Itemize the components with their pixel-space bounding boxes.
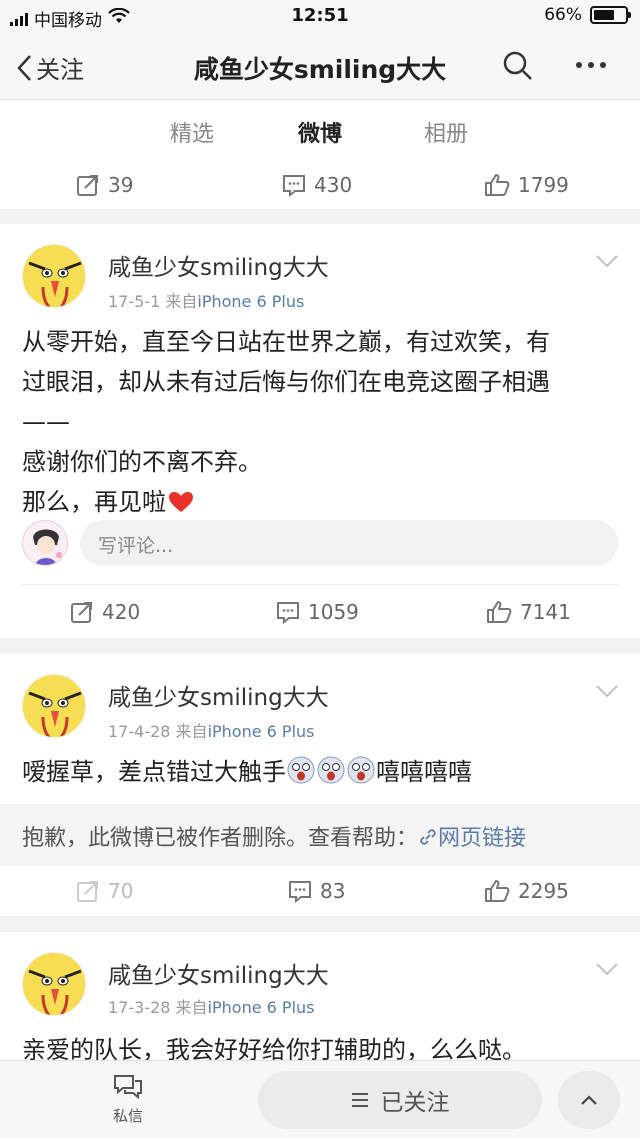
source-prefix: 来自 (165, 292, 198, 311)
comment-count: 1059 (308, 600, 359, 624)
post-date: 17-3-28 (108, 998, 171, 1017)
scared-emoji-icon (317, 756, 345, 784)
scared-emoji-icon (347, 756, 375, 784)
like-button[interactable]: 7141 (486, 600, 571, 624)
repost-button[interactable]: 70 (76, 879, 133, 903)
username[interactable]: 咸鱼少女smiling大大 (108, 248, 329, 282)
post-date: 17-4-28 (108, 722, 171, 741)
post-actions: 420 1059 7141 (0, 586, 640, 638)
chevron-down-icon[interactable] (596, 684, 618, 698)
more-button[interactable] (576, 62, 606, 68)
page-title: 咸鱼少女smiling大大 (193, 55, 447, 84)
chevron-down-icon[interactable] (596, 962, 618, 976)
chat-icon (114, 1075, 142, 1100)
web-link[interactable]: 网页链接 (418, 826, 526, 851)
post-meta: 17-5-1 来自iPhone 6 Plus (108, 288, 304, 312)
scroll-top-button[interactable] (558, 1071, 620, 1129)
post-date: 17-5-1 (108, 292, 161, 311)
comment-icon (289, 881, 311, 903)
chevron-up-icon (581, 1095, 597, 1105)
post-text: 从零开始，直至今日站在世界之巅，有过欢笑，有 过眼泪，却从未有过后悔与你们在电竞… (22, 322, 618, 522)
avatar[interactable] (22, 244, 86, 308)
repost-icon (71, 602, 92, 623)
source-prefix: 来自 (175, 998, 208, 1017)
repost-count: 420 (102, 600, 141, 624)
chevron-down-icon[interactable] (596, 254, 618, 268)
thumbs-up-icon (487, 601, 512, 623)
battery-percent: 66% (544, 5, 582, 25)
repost-icon (77, 881, 98, 902)
repost-icon (77, 174, 98, 196)
comment-row: 写评论... (0, 516, 640, 570)
like-count: 2295 (518, 879, 569, 903)
post-line: 过眼泪，却从未有过后悔与你们在电竞这圈子相遇 (22, 368, 550, 396)
comment-button[interactable]: 430 (282, 173, 352, 197)
username[interactable]: 咸鱼少女smiling大大 (108, 956, 329, 990)
heart-icon (169, 492, 193, 512)
tab-bar: 精选 微博 相册 (0, 100, 640, 164)
like-button[interactable]: 1799 (484, 173, 569, 197)
follow-label: 已关注 (380, 1090, 450, 1116)
comment-button[interactable]: 83 (288, 879, 345, 903)
divider (22, 584, 618, 585)
status-bar: 中国移动 12:51 66% (0, 0, 640, 32)
comment-icon (277, 602, 299, 624)
avatar[interactable] (22, 674, 86, 738)
avatar[interactable] (22, 952, 86, 1016)
battery-icon (590, 6, 631, 24)
comment-count: 83 (320, 879, 346, 903)
like-count: 7141 (520, 600, 571, 624)
scared-emoji-icon (287, 756, 315, 784)
menu-icon (351, 1093, 368, 1107)
tab-featured[interactable]: 精选 (142, 116, 242, 148)
post-actions: 39 430 1799 (0, 160, 640, 210)
comment-icon (283, 174, 305, 197)
post-actions: 70 83 2295 (0, 866, 640, 916)
message-button[interactable]: 私信 (98, 1073, 158, 1126)
repost-button[interactable]: 420 (70, 600, 140, 624)
like-button[interactable]: 2295 (484, 879, 569, 903)
post-text: 嗳握草，差点错过大触手 嘻嘻嘻嘻 (22, 752, 618, 792)
source-link[interactable]: iPhone 6 Plus (208, 722, 315, 741)
repost-count: 70 (108, 879, 134, 903)
post-line: —— (22, 408, 70, 436)
more-icon (576, 62, 582, 68)
message-label: 私信 (112, 1107, 143, 1125)
like-count: 1799 (518, 172, 569, 197)
username[interactable]: 咸鱼少女smiling大大 (108, 678, 329, 712)
source-link[interactable]: iPhone 6 Plus (208, 998, 315, 1017)
repost-button[interactable]: 39 (76, 173, 133, 197)
repost-count: 39 (108, 172, 134, 197)
post-line: 感谢你们的不离不弃。 (22, 448, 262, 476)
tab-album[interactable]: 相册 (396, 116, 496, 148)
follow-status-button[interactable]: 已关注 (258, 1071, 542, 1129)
comment-input[interactable]: 写评论... (80, 520, 618, 566)
search-icon (503, 51, 532, 80)
link-icon (420, 829, 436, 845)
thumbs-up-icon (485, 173, 510, 196)
bottom-bar: 私信 已关注 (0, 1060, 640, 1138)
nav-bar: 关注 咸鱼少女smiling大大 (0, 32, 640, 100)
post-text: 亲爱的队长，我会好好给你打辅助的，么么哒。 (22, 1036, 526, 1060)
post-meta: 17-4-28 来自iPhone 6 Plus (108, 718, 315, 742)
tab-weibo[interactable]: 微博 (270, 116, 370, 164)
deleted-message: 抱歉，此微博已被作者删除。查看帮助： 网页链接 (22, 826, 527, 851)
post-card: 咸鱼少女smiling大大 17-3-28 来自iPhone 6 Plus 亲爱… (0, 932, 640, 1060)
comment-button[interactable]: 1059 (276, 600, 359, 624)
search-button[interactable] (502, 50, 534, 86)
thumbs-up-icon (485, 880, 510, 902)
source-prefix: 来自 (175, 722, 208, 741)
post-meta: 17-3-28 来自iPhone 6 Plus (108, 994, 315, 1018)
source-link[interactable]: iPhone 6 Plus (197, 292, 304, 311)
avatar[interactable] (22, 520, 68, 566)
post-card: 咸鱼少女smiling大大 17-4-28 来自iPhone 6 Plus 嗳握… (0, 654, 640, 916)
post-line: 从零开始，直至今日站在世界之巅，有过欢笑，有 (22, 328, 550, 356)
deleted-repost-box[interactable]: 抱歉，此微博已被作者删除。查看帮助： 网页链接 (0, 804, 640, 866)
comment-count: 430 (314, 172, 353, 197)
post-card: 咸鱼少女smiling大大 17-5-1 来自iPhone 6 Plus 从零开… (0, 224, 640, 638)
